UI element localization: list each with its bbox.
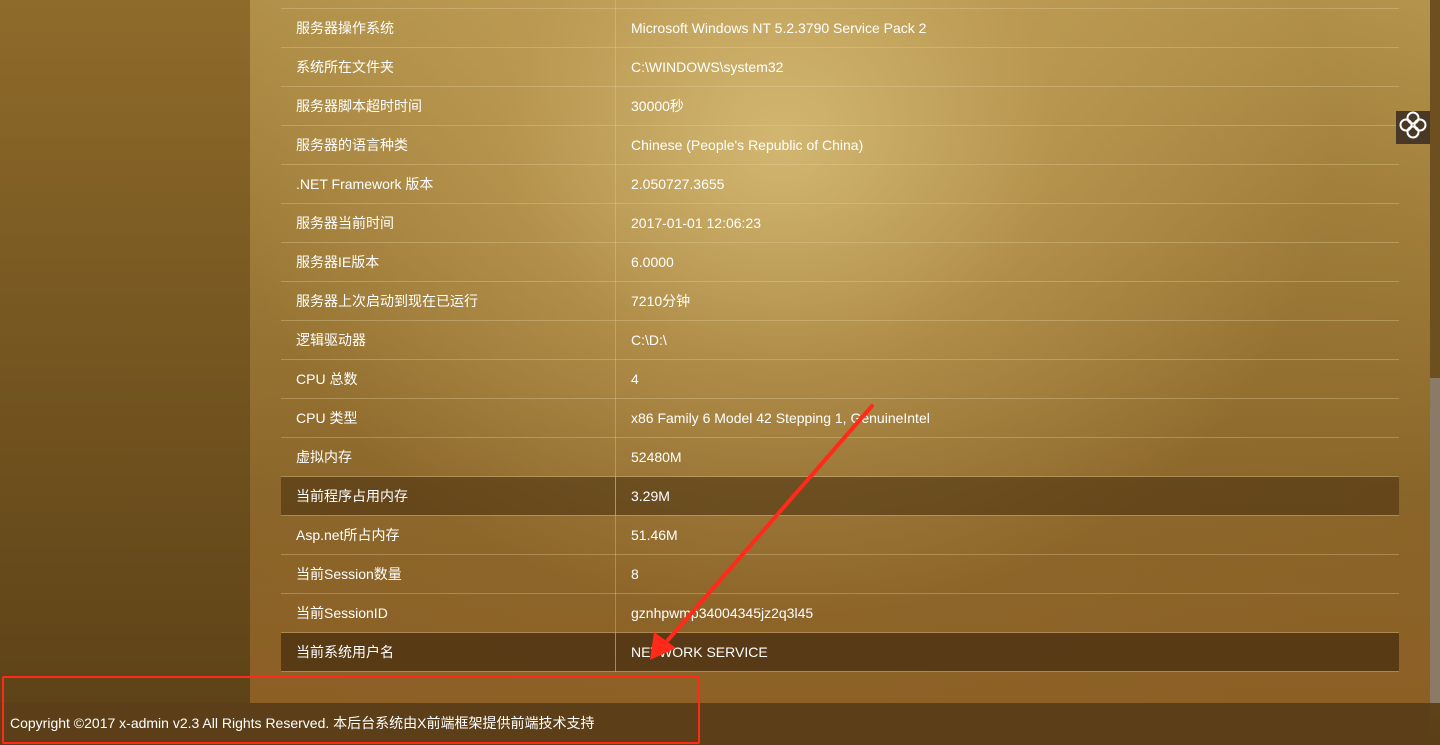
table-row-hovered: 当前程序占用内存 3.29M bbox=[281, 476, 1399, 516]
row-label: 当前Session数量 bbox=[281, 554, 616, 594]
row-label: 服务器脚本超时时间 bbox=[281, 86, 616, 126]
row-label: 虚拟内存 bbox=[281, 437, 616, 477]
row-value: 30000秒 bbox=[615, 86, 1399, 126]
row-label: 当前系统用户名 bbox=[281, 632, 616, 672]
row-label: 系统所在文件夹 bbox=[281, 47, 616, 87]
row-value bbox=[615, 0, 1399, 9]
table-row: Asp.net所占内存 51.46M bbox=[281, 515, 1399, 555]
row-value: Microsoft Windows NT 5.2.3790 Service Pa… bbox=[615, 8, 1399, 48]
table-row: 逻辑驱动器 C:\D:\ bbox=[281, 320, 1399, 360]
row-value: 2.050727.3655 bbox=[615, 164, 1399, 204]
table-row: CPU 类型 x86 Family 6 Model 42 Stepping 1,… bbox=[281, 398, 1399, 438]
row-label: 服务器当前时间 bbox=[281, 203, 616, 243]
table-row: 服务器当前时间 2017-01-01 12:06:23 bbox=[281, 203, 1399, 243]
row-label: CPU 总数 bbox=[281, 359, 616, 399]
row-label: Asp.net所占内存 bbox=[281, 515, 616, 555]
table-row: 当前SessionID gznhpwmp34004345jz2q3l45 bbox=[281, 593, 1399, 633]
row-value: C:\D:\ bbox=[615, 320, 1399, 360]
row-value: 6.0000 bbox=[615, 242, 1399, 282]
row-label: 服务器操作系统 bbox=[281, 8, 616, 48]
row-label: 当前SessionID bbox=[281, 593, 616, 633]
table-row: 系统所在文件夹 C:\WINDOWS\system32 bbox=[281, 47, 1399, 87]
table-row bbox=[281, 0, 1399, 9]
row-label: 服务器上次启动到现在已运行 bbox=[281, 281, 616, 321]
left-sidebar bbox=[0, 0, 250, 703]
theme-switcher-button[interactable] bbox=[1396, 111, 1430, 144]
row-value: 51.46M bbox=[615, 515, 1399, 555]
table-row: 服务器操作系统 Microsoft Windows NT 5.2.3790 Se… bbox=[281, 8, 1399, 48]
server-info-table: 服务器操作系统 Microsoft Windows NT 5.2.3790 Se… bbox=[281, 0, 1399, 672]
row-value: gznhpwmp34004345jz2q3l45 bbox=[615, 593, 1399, 633]
clover-icon bbox=[1398, 110, 1428, 145]
row-label: CPU 类型 bbox=[281, 398, 616, 438]
row-value: Chinese (People's Republic of China) bbox=[615, 125, 1399, 165]
table-row: 当前Session数量 8 bbox=[281, 554, 1399, 594]
row-value: x86 Family 6 Model 42 Stepping 1, Genuin… bbox=[615, 398, 1399, 438]
row-label: .NET Framework 版本 bbox=[281, 164, 616, 204]
table-row: 服务器上次启动到现在已运行 7210分钟 bbox=[281, 281, 1399, 321]
table-row: .NET Framework 版本 2.050727.3655 bbox=[281, 164, 1399, 204]
row-label: 当前程序占用内存 bbox=[281, 476, 616, 516]
row-value: NETWORK SERVICE bbox=[615, 632, 1399, 672]
table-row: 服务器IE版本 6.0000 bbox=[281, 242, 1399, 282]
scrollbar[interactable] bbox=[1430, 378, 1440, 703]
row-value: 3.29M bbox=[615, 476, 1399, 516]
row-value: 8 bbox=[615, 554, 1399, 594]
row-value: 4 bbox=[615, 359, 1399, 399]
table-row: 服务器的语言种类 Chinese (People's Republic of C… bbox=[281, 125, 1399, 165]
row-value: 2017-01-01 12:06:23 bbox=[615, 203, 1399, 243]
row-label: 逻辑驱动器 bbox=[281, 320, 616, 360]
row-value: 52480M bbox=[615, 437, 1399, 477]
row-label: 服务器IE版本 bbox=[281, 242, 616, 282]
row-label bbox=[281, 0, 616, 9]
row-label: 服务器的语言种类 bbox=[281, 125, 616, 165]
row-value: C:\WINDOWS\system32 bbox=[615, 47, 1399, 87]
table-row: 虚拟内存 52480M bbox=[281, 437, 1399, 477]
annotation-highlight-box bbox=[2, 676, 700, 744]
table-row: CPU 总数 4 bbox=[281, 359, 1399, 399]
row-value: 7210分钟 bbox=[615, 281, 1399, 321]
table-row: 服务器脚本超时时间 30000秒 bbox=[281, 86, 1399, 126]
table-row: 当前系统用户名 NETWORK SERVICE bbox=[281, 632, 1399, 672]
